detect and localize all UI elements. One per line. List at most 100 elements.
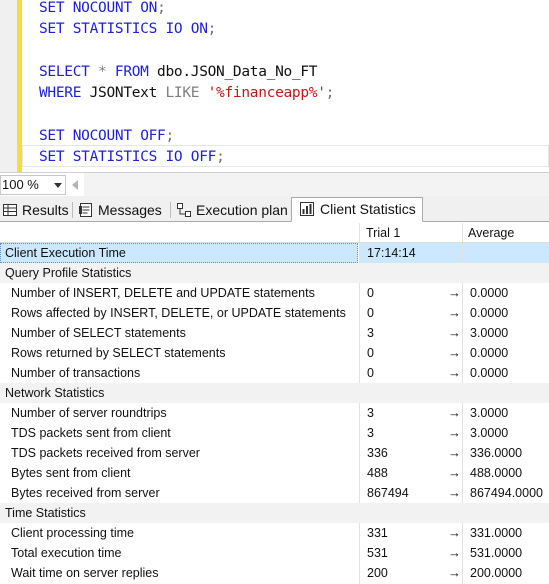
tab-execution-plan[interactable]: Execution plan [174, 199, 288, 222]
trend-arrow-icon: → [448, 425, 461, 440]
trend-arrow-icon: → [448, 325, 461, 340]
row-label: Bytes sent from client [11, 466, 131, 480]
tab-client-statistics-label: Client Statistics [320, 201, 416, 217]
trend-arrow-icon: → [448, 545, 461, 560]
section-header-row[interactable]: Time Statistics [0, 503, 549, 523]
code-line[interactable]: SET STATISTICS IO OFF; [39, 147, 225, 167]
code-line[interactable]: WHERE JSONText LIKE '%financeapp%'; [39, 83, 334, 103]
trial-value: 17:14:14 [367, 246, 416, 260]
code-token: OFF [190, 149, 217, 165]
row-label: Number of SELECT statements [11, 326, 186, 340]
code-token: ; [157, 0, 166, 16]
section-header-row[interactable]: Network Statistics [0, 383, 549, 403]
trend-arrow-icon: → [448, 365, 461, 380]
row-label: Rows affected by INSERT, DELETE, or UPDA… [11, 306, 346, 320]
table-row[interactable]: Bytes sent from client 488 → 488.0000 [0, 463, 549, 483]
tab-client-statistics[interactable]: Client Statistics [291, 197, 423, 222]
code-token: ; [207, 21, 217, 37]
average-value: 488.0000 [470, 466, 523, 480]
trend-arrow-icon: → [448, 445, 461, 460]
code-token: ON [190, 21, 208, 37]
average-value: 867494.0000 [470, 486, 543, 500]
table-row[interactable]: Number of SELECT statements 3 → 3.0000 [0, 323, 549, 343]
trial-value: 0 [367, 286, 374, 300]
code-token: LIKE [165, 85, 208, 101]
average-column-header[interactable]: Average [468, 226, 514, 240]
trial-value: 0 [367, 346, 374, 360]
trial-value: 336 [367, 446, 388, 460]
trend-arrow-icon: → [448, 465, 461, 480]
table-row[interactable]: Rows returned by SELECT statements 0 → 0.00… [0, 343, 549, 363]
code-token: JSONText [89, 85, 166, 101]
table-row[interactable]: Number of INSERT, DELETE and UPDATE stat… [0, 283, 549, 303]
average-value: 0.0000 [470, 286, 509, 300]
code-token: * [98, 64, 115, 80]
code-token: NOCOUNT [72, 0, 141, 16]
table-row[interactable]: Client Execution Time 17:14:14 [0, 243, 549, 263]
tab-messages-label: Messages [98, 202, 162, 218]
code-token: SET [39, 149, 73, 165]
scroll-left-arrow-icon[interactable] [72, 180, 78, 190]
chevron-down-icon[interactable] [54, 183, 62, 188]
average-value: 3.0000 [470, 406, 509, 420]
trend-arrow-icon: → [448, 285, 461, 300]
average-value: 200.0000 [470, 566, 523, 580]
tab-results[interactable]: Results [0, 199, 69, 222]
average-value: 331.0000 [470, 526, 523, 540]
trial-value: 200 [367, 566, 388, 580]
trend-arrow-icon: → [448, 565, 461, 580]
trend-arrow-icon: → [448, 405, 461, 420]
average-value: 3.0000 [470, 326, 509, 340]
row-label: Client Execution Time [5, 246, 126, 260]
table-row[interactable]: Wait time on server replies 200 → 200.0000 [0, 563, 549, 583]
row-label: Query Profile Statistics [5, 266, 132, 280]
code-line[interactable]: SET NOCOUNT ON; [39, 0, 166, 18]
average-value: 0.0000 [470, 346, 509, 360]
execution-plan-icon [177, 203, 191, 217]
zoom-dropdown[interactable]: 100 % [0, 175, 66, 195]
row-label: Network Statistics [5, 386, 105, 400]
row-label: Time Statistics [5, 506, 86, 520]
horizontal-scrollbar[interactable] [84, 173, 549, 197]
row-label: Number of server roundtrips [11, 406, 167, 420]
client-statistics-grid: Trial 1 Average Client Execution Time 17:… [0, 223, 549, 584]
code-token: SELECT [39, 64, 99, 80]
row-label: Client processing time [11, 526, 134, 540]
table-row[interactable]: Client processing time 331 → 331.0000 [0, 523, 549, 543]
section-header-row[interactable]: Query Profile Statistics [0, 263, 549, 283]
table-row[interactable]: Number of transactions 0 → 0.0000 [0, 363, 549, 383]
code-token: ; [165, 128, 174, 144]
code-token: FROM [114, 64, 158, 80]
tab-messages[interactable]: Messages [76, 199, 162, 222]
table-row[interactable]: Rows affected by INSERT, DELETE, or UPDA… [0, 303, 549, 323]
code-line[interactable]: SELECT * FROM dbo.JSON_Data_No_FT [39, 62, 318, 82]
code-token: OFF [140, 128, 166, 144]
trend-arrow-icon: → [448, 485, 461, 500]
row-label: Rows returned by SELECT statements [11, 346, 226, 360]
code-line[interactable]: SET STATISTICS IO ON; [39, 19, 216, 39]
tab-divider [170, 202, 171, 218]
code-token: SET [39, 128, 73, 144]
row-label: TDS packets received from server [11, 446, 200, 460]
tab-execution-plan-label: Execution plan [196, 202, 288, 218]
grid-header: Trial 1 Average [0, 223, 549, 243]
trial-column-header[interactable]: Trial 1 [366, 226, 400, 240]
code-token: dbo.JSON_Data_No_FT [157, 64, 318, 80]
table-row[interactable]: Number of server roundtrips 3 → 3.0000 [0, 403, 549, 423]
trial-value: 488 [367, 466, 388, 480]
trend-arrow-icon: → [448, 345, 461, 360]
trial-value: 867494 [367, 486, 409, 500]
sql-editor[interactable]: SET NOCOUNT ON; SET STATISTICS IO ON; SELE… [0, 0, 549, 172]
row-label: Total execution time [11, 546, 122, 560]
average-value: 0.0000 [470, 306, 509, 320]
table-row[interactable]: Bytes received from server 867494 → 867494.… [0, 483, 549, 503]
code-token: IO [165, 21, 191, 37]
code-token: SET [39, 0, 73, 16]
code-line[interactable]: SET NOCOUNT OFF; [39, 126, 174, 146]
results-tab-strip: Results Messages Execution plan Client S… [0, 196, 549, 222]
client-statistics-icon [300, 202, 314, 216]
table-row[interactable]: TDS packets received from server 336 → 336.… [0, 443, 549, 463]
row-label: Number of transactions [11, 366, 141, 380]
table-row[interactable]: Total execution time 531 → 531.0000 [0, 543, 549, 563]
table-row[interactable]: TDS packets sent from client 3 → 3.0000 [0, 423, 549, 443]
